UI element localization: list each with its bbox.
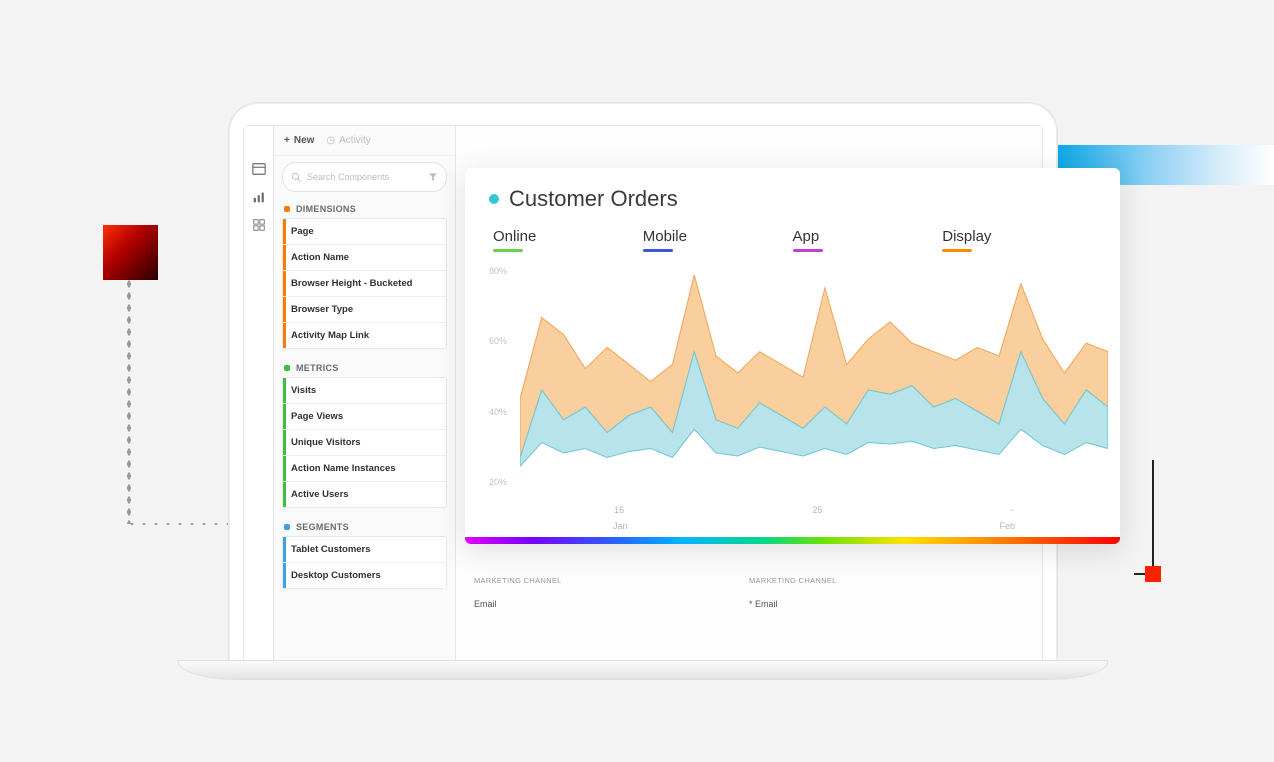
table-col-2: MARKETING CHANNEL * Email xyxy=(749,576,1024,609)
list-item[interactable]: Desktop Customers xyxy=(283,563,446,588)
list-item[interactable]: Action Name Instances xyxy=(283,456,446,482)
chart-tab-label: Online xyxy=(493,228,643,245)
dimensions-list: PageAction NameBrowser Height - Bucketed… xyxy=(282,218,447,349)
panel-top-bar: + New ◷ Activity xyxy=(274,126,455,156)
search-placeholder: Search Components xyxy=(307,172,389,182)
decor-dots-horizontal xyxy=(126,521,244,527)
dimensions-header: DIMENSIONS xyxy=(274,196,455,218)
clock-icon: ◷ xyxy=(326,135,335,146)
search-input[interactable]: Search Components xyxy=(282,162,447,192)
calendar-icon[interactable] xyxy=(252,162,266,176)
y-tick-label: 40% xyxy=(489,407,507,417)
chart-tab[interactable]: Mobile xyxy=(643,228,793,258)
rainbow-bar xyxy=(465,537,1120,544)
chart-icon[interactable] xyxy=(252,190,266,204)
metrics-dot-icon xyxy=(284,365,290,371)
segments-header: SEGMENTS xyxy=(274,514,455,536)
list-item[interactable]: Tablet Customers xyxy=(283,537,446,563)
chart-tab-underline xyxy=(643,249,673,252)
decor-dots-vertical xyxy=(126,278,132,524)
x-tick-label: - xyxy=(1011,505,1014,515)
list-item[interactable]: Visits xyxy=(283,378,446,404)
x-tick-label: 25 xyxy=(812,505,822,515)
chart-x-axis: 16 25 - Jan Feb xyxy=(520,505,1108,531)
chart-tab-underline xyxy=(942,249,972,252)
chart-panel: Customer Orders OnlineMobileAppDisplay 8… xyxy=(465,168,1120,544)
segments-dot-icon xyxy=(284,524,290,530)
list-item[interactable]: Active Users xyxy=(283,482,446,507)
activity-label: Activity xyxy=(339,135,371,146)
chart-tab-label: Display xyxy=(942,228,1092,245)
chart-tab-label: App xyxy=(793,228,943,245)
chart-tab-label: Mobile xyxy=(643,228,793,245)
chart-title-dot-icon xyxy=(489,194,499,204)
table-header: MARKETING CHANNEL xyxy=(474,576,749,585)
list-item[interactable]: Unique Visitors xyxy=(283,430,446,456)
components-panel: + New ◷ Activity Search Components DIMEN… xyxy=(274,126,456,665)
table-header: MARKETING CHANNEL xyxy=(749,576,1024,585)
chart-tab-underline xyxy=(493,249,523,252)
list-item[interactable]: Page Views xyxy=(283,404,446,430)
table-col-1: MARKETING CHANNEL Email xyxy=(474,576,749,609)
dimensions-dot-icon xyxy=(284,206,290,212)
new-button-label: New xyxy=(294,135,315,146)
y-tick-label: 20% xyxy=(489,477,507,487)
list-item[interactable]: Browser Type xyxy=(283,297,446,323)
list-item[interactable]: Browser Height - Bucketed xyxy=(283,271,446,297)
y-tick-label: 80% xyxy=(489,266,507,276)
filter-icon[interactable] xyxy=(428,172,438,182)
activity-ghost[interactable]: ◷ Activity xyxy=(326,135,370,146)
list-item[interactable]: Activity Map Link xyxy=(283,323,446,348)
decor-red-square xyxy=(103,225,158,280)
grid-icon[interactable] xyxy=(252,218,266,232)
chart-y-axis: 80% 60% 40% 20% xyxy=(489,266,507,487)
new-button[interactable]: + New xyxy=(284,135,314,146)
segments-list: Tablet CustomersDesktop Customers xyxy=(282,536,447,589)
decor-axis-square xyxy=(1145,566,1161,582)
table-cell: Email xyxy=(474,599,749,609)
chart-tabs: OnlineMobileAppDisplay xyxy=(465,220,1120,258)
x-month-label: Jan xyxy=(613,521,628,531)
metrics-header: METRICS xyxy=(274,355,455,377)
chart-tab-underline xyxy=(793,249,823,252)
decor-axis-line xyxy=(1152,460,1154,575)
x-tick-label: 16 xyxy=(614,505,624,515)
list-item[interactable]: Page xyxy=(283,219,446,245)
chart-title: Customer Orders xyxy=(509,186,678,212)
list-item[interactable]: Action Name xyxy=(283,245,446,271)
metrics-list: VisitsPage ViewsUnique VisitorsAction Na… xyxy=(282,377,447,508)
chart-title-row: Customer Orders xyxy=(465,168,1120,220)
chart-tab[interactable]: App xyxy=(793,228,943,258)
search-icon xyxy=(291,172,301,182)
x-month-label: Feb xyxy=(999,521,1015,531)
chart-tab[interactable]: Online xyxy=(493,228,643,258)
plus-icon: + xyxy=(284,135,290,146)
data-table: MARKETING CHANNEL Email MARKETING CHANNE… xyxy=(474,576,1024,609)
nav-rail xyxy=(244,126,274,665)
chart-body: 80% 60% 40% 20% 16 25 - Jan Feb xyxy=(465,258,1120,537)
table-cell: * Email xyxy=(749,599,1024,609)
laptop-base xyxy=(178,660,1108,680)
y-tick-label: 60% xyxy=(489,336,507,346)
chart-area xyxy=(520,258,1108,471)
chart-tab[interactable]: Display xyxy=(942,228,1092,258)
